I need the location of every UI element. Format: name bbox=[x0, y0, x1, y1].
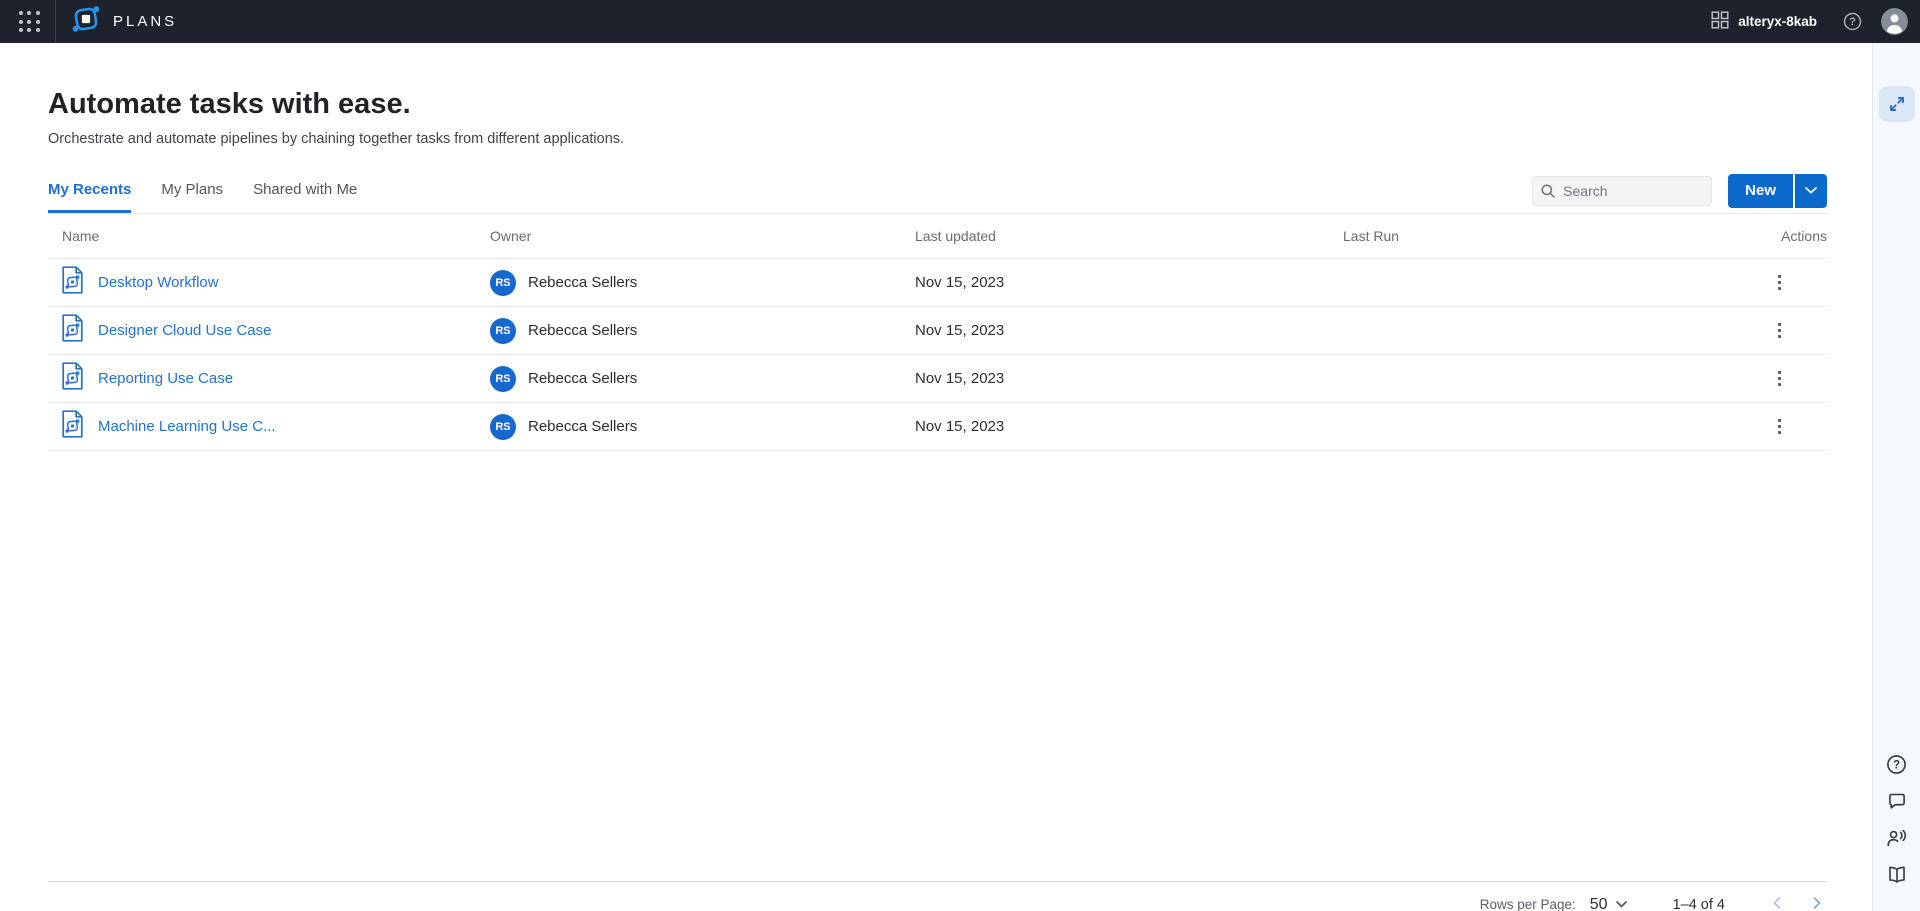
app-title: PLANS bbox=[113, 13, 177, 30]
chat-bubble-icon bbox=[1887, 791, 1907, 811]
tab-shared-with-me[interactable]: Shared with Me bbox=[253, 168, 357, 213]
last-updated-value: Nov 15, 2023 bbox=[915, 370, 1343, 387]
plan-file-icon bbox=[61, 266, 84, 299]
column-header-actions: Actions bbox=[1781, 228, 1827, 244]
owner-name: Rebecca Sellers bbox=[528, 418, 637, 435]
chevron-right-icon bbox=[1813, 897, 1821, 909]
app-switcher-button[interactable] bbox=[16, 9, 42, 35]
table-footer: Rows per Page: 50 1–4 of 4 bbox=[48, 881, 1827, 911]
tab-my-plans[interactable]: My Plans bbox=[161, 168, 223, 213]
new-split-button: New bbox=[1728, 174, 1827, 208]
table-header: Name Owner Last updated Last Run Actions bbox=[48, 214, 1827, 258]
table-row: Machine Learning Use C... RS Rebecca Sel… bbox=[48, 403, 1827, 451]
row-actions-menu-button[interactable] bbox=[1772, 317, 1788, 345]
column-header-name: Name bbox=[48, 228, 490, 244]
plan-name-link[interactable]: Desktop Workflow bbox=[98, 274, 219, 291]
last-updated-value: Nov 15, 2023 bbox=[915, 274, 1343, 291]
row-actions-menu-button[interactable] bbox=[1772, 413, 1788, 441]
column-header-owner: Owner bbox=[490, 228, 915, 244]
top-navbar: PLANS alteryx-8kab ? bbox=[0, 0, 1920, 43]
owner-avatar: RS bbox=[490, 414, 516, 440]
plans-table: Desktop Workflow RS Rebecca Sellers Nov … bbox=[48, 258, 1827, 451]
right-rail: ? bbox=[1872, 43, 1920, 911]
owner-name: Rebecca Sellers bbox=[528, 322, 637, 339]
plan-file-icon bbox=[61, 410, 84, 443]
chevron-down-icon bbox=[1616, 901, 1627, 908]
owner-name: Rebecca Sellers bbox=[528, 274, 637, 291]
row-actions-menu-button[interactable] bbox=[1772, 269, 1788, 297]
community-icon bbox=[1886, 828, 1907, 848]
workspace-switcher[interactable]: alteryx-8kab bbox=[1711, 11, 1817, 32]
last-updated-value: Nov 15, 2023 bbox=[915, 418, 1343, 435]
chevron-left-icon bbox=[1773, 897, 1781, 909]
plans-logo-icon bbox=[71, 4, 101, 39]
page-title: Automate tasks with ease. bbox=[48, 88, 1827, 121]
rail-feedback-button[interactable] bbox=[1885, 789, 1909, 813]
plan-name-link[interactable]: Machine Learning Use C... bbox=[98, 418, 276, 435]
expand-icon bbox=[1888, 95, 1906, 113]
new-dropdown-button[interactable] bbox=[1793, 174, 1827, 208]
rows-per-page-value: 50 bbox=[1590, 896, 1608, 911]
owner-avatar: RS bbox=[490, 318, 516, 344]
owner-name: Rebecca Sellers bbox=[528, 370, 637, 387]
rows-per-page-select[interactable]: 50 bbox=[1590, 896, 1627, 911]
chevron-down-icon bbox=[1805, 187, 1817, 194]
page-subtitle: Orchestrate and automate pipelines by ch… bbox=[48, 131, 1827, 147]
rows-per-page-label: Rows per Page: bbox=[1480, 897, 1576, 911]
navbar-divider bbox=[55, 0, 56, 43]
help-icon: ? bbox=[1843, 12, 1862, 31]
help-button[interactable]: ? bbox=[1843, 12, 1862, 31]
owner-avatar: RS bbox=[490, 366, 516, 392]
tabs-bar: My Recents My Plans Shared with Me New bbox=[48, 168, 1827, 214]
main-content: Automate tasks with ease. Orchestrate an… bbox=[0, 43, 1872, 911]
last-updated-value: Nov 15, 2023 bbox=[915, 322, 1343, 339]
svg-text:?: ? bbox=[1893, 759, 1900, 771]
new-button[interactable]: New bbox=[1728, 174, 1793, 208]
table-row: Desktop Workflow RS Rebecca Sellers Nov … bbox=[48, 259, 1827, 307]
owner-avatar: RS bbox=[490, 270, 516, 296]
tab-my-recents[interactable]: My Recents bbox=[48, 168, 131, 213]
table-row: Reporting Use Case RS Rebecca Sellers No… bbox=[48, 355, 1827, 403]
plan-file-icon bbox=[61, 314, 84, 347]
expand-panel-button[interactable] bbox=[1879, 86, 1915, 122]
user-avatar[interactable] bbox=[1881, 8, 1908, 35]
search-input[interactable] bbox=[1532, 176, 1712, 206]
search-box bbox=[1532, 176, 1712, 206]
rail-docs-button[interactable] bbox=[1885, 863, 1909, 887]
row-actions-menu-button[interactable] bbox=[1772, 365, 1788, 393]
column-header-last-run: Last Run bbox=[1343, 228, 1700, 244]
rail-help-button[interactable]: ? bbox=[1885, 752, 1909, 776]
app-logo: PLANS bbox=[71, 4, 177, 39]
user-icon bbox=[1881, 8, 1908, 35]
plan-file-icon bbox=[61, 362, 84, 395]
plan-name-link[interactable]: Designer Cloud Use Case bbox=[98, 322, 271, 339]
open-book-icon bbox=[1887, 865, 1907, 885]
previous-page-button[interactable] bbox=[1767, 893, 1787, 911]
next-page-button[interactable] bbox=[1807, 893, 1827, 911]
column-header-last-updated: Last updated bbox=[915, 228, 1343, 244]
plan-name-link[interactable]: Reporting Use Case bbox=[98, 370, 233, 387]
help-circle-icon: ? bbox=[1886, 754, 1907, 775]
table-row: Designer Cloud Use Case RS Rebecca Selle… bbox=[48, 307, 1827, 355]
rail-community-button[interactable] bbox=[1885, 826, 1909, 850]
workspace-name: alteryx-8kab bbox=[1738, 14, 1817, 29]
workspace-icon bbox=[1711, 11, 1729, 32]
pagination-range: 1–4 of 4 bbox=[1673, 897, 1725, 911]
apps-grid-icon bbox=[19, 11, 40, 32]
svg-text:?: ? bbox=[1849, 16, 1856, 28]
